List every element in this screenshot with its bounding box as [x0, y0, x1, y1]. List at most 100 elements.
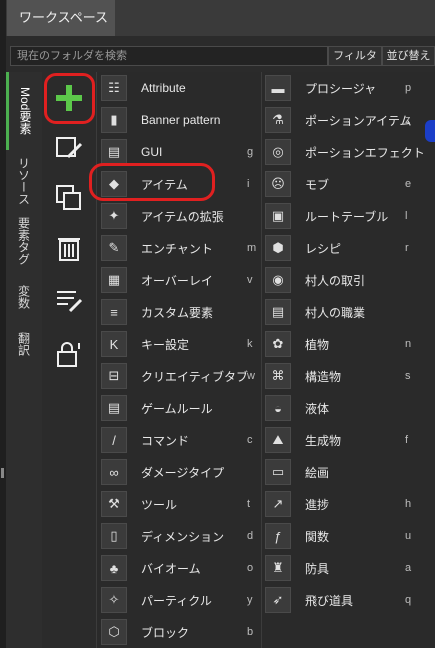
shortcut-key: s [405, 370, 411, 382]
drag-handle-icon [1, 468, 4, 478]
menu-item-mob[interactable]: ☹ モブ e [265, 168, 411, 200]
lock-element-button[interactable] [42, 332, 96, 376]
menu-item-potion-effect[interactable]: ◎ ポーションエフェクト [265, 136, 425, 168]
menu-item-label: ディメンション [141, 529, 225, 544]
menu-item-label: 構造物 [305, 369, 342, 384]
shortcut-key: c [247, 434, 253, 446]
armor-icon: ♜ [265, 555, 291, 581]
menu-item-label: Attribute [141, 81, 186, 95]
sort-button[interactable]: 並び替え [382, 46, 435, 66]
shortcut-key: a [405, 562, 412, 574]
menu-item-block[interactable]: ⬡ ブロック b [101, 616, 253, 648]
menu-item-structure[interactable]: ⌘ 構造物 s [265, 360, 411, 392]
filter-button[interactable]: フィルタ [328, 46, 382, 66]
shortcut-key: k [247, 338, 253, 350]
menu-item-plant[interactable]: ✿ 植物 n [265, 328, 411, 360]
menu-item-fluid[interactable]: ◒ 液体 [265, 392, 329, 424]
dimension-icon: ▯ [101, 523, 127, 549]
menu-item-command[interactable]: / コマンド c [101, 424, 253, 456]
menu-item-label: ルートテーブル [305, 209, 389, 224]
menu-item-function[interactable]: ƒ 関数 u [265, 520, 411, 552]
menu-item-label: キー設定 [141, 337, 190, 352]
menu-item-label: ポーションアイテム [305, 113, 412, 128]
menu-item-attribute[interactable]: ☷ Attribute [101, 72, 186, 104]
menu-item-label: 生成物 [305, 433, 342, 448]
menu-item-loot-table[interactable]: ▣ ルートテーブル l [265, 200, 407, 232]
menu-item-particle[interactable]: ✧ パーティクル y [101, 584, 253, 616]
shortcut-key: y [247, 594, 253, 606]
bulk-edit-button[interactable] [42, 278, 96, 322]
edit-element-button[interactable] [42, 126, 96, 170]
search-input[interactable]: 現在のフォルダを検索 [10, 46, 328, 66]
shortcut-key: u [405, 530, 412, 542]
shortcut-key: g [247, 146, 254, 158]
add-button-highlight [44, 73, 95, 124]
shortcut-key: z [405, 114, 411, 126]
folder-icon: ▬ [265, 75, 291, 101]
duplicate-icon [56, 185, 81, 210]
menu-item-armor[interactable]: ♜ 防具 a [265, 552, 411, 584]
tab-mod-elements[interactable]: Mod要素 [6, 72, 42, 150]
tab-resources[interactable]: リソース [6, 152, 42, 210]
shortcut-key: m [247, 242, 257, 254]
shortcut-key: w [247, 370, 255, 382]
villager-trade-icon: ◉ [265, 267, 291, 293]
menu-item-recipe[interactable]: ⬢ レシピ r [265, 232, 409, 264]
menu-item-label: プロシージャ [305, 81, 377, 96]
menu-item-dimension[interactable]: ▯ ディメンション d [101, 520, 253, 552]
tab-element-tags[interactable]: 要素タグ [6, 212, 42, 270]
menu-item-feature[interactable]: ⛰ 生成物 f [265, 424, 408, 456]
menu-item-creative-tab[interactable]: ⊟ クリエイティブタブ w [101, 360, 255, 392]
tab-workspace[interactable]: ワークスペース [7, 0, 115, 36]
potion-effect-icon: ◎ [265, 139, 291, 165]
menu-item-banner-pattern[interactable]: ▮ Banner pattern [101, 104, 220, 136]
duplicate-element-button[interactable] [42, 176, 96, 220]
menu-item-advancement[interactable]: ↗ 進捗 h [265, 488, 411, 520]
block-icon: ⬡ [101, 619, 127, 645]
item-extension-icon: ✦ [101, 203, 127, 229]
menu-item-villager-profession[interactable]: ▤ 村人の職業 [265, 296, 365, 328]
search-row: 現在のフォルダを検索 フィルタ 並び替え [6, 40, 435, 68]
menu-item-tool[interactable]: ⚒ ツール t [101, 488, 250, 520]
menu-item-label: コマンド [141, 433, 190, 448]
item-highlight [89, 163, 215, 201]
menu-item-gamerule[interactable]: ▤ ゲームルール [101, 392, 213, 424]
menu-item-label: 液体 [305, 401, 330, 416]
painting-icon: ▭ [265, 459, 291, 485]
tab-variables[interactable]: 変数 [6, 272, 42, 322]
menu-item-keybind[interactable]: K キー設定 k [101, 328, 253, 360]
menu-item-label: モブ [305, 177, 330, 192]
command-icon: / [101, 427, 127, 453]
menu-item-label: エンチャント [141, 241, 213, 256]
shortcut-key: o [247, 562, 254, 574]
menu-item-damage-type[interactable]: ∞ ダメージタイプ [101, 456, 224, 488]
menu-item-overlay[interactable]: ▦ オーバーレイ v [101, 264, 253, 296]
menu-item-projectile[interactable]: ➶ 飛び道具 q [265, 584, 411, 616]
structure-icon: ⌘ [265, 363, 291, 389]
custom-element-icon: ≡ [101, 299, 127, 325]
tool-icon: ⚒ [101, 491, 127, 517]
menu-item-painting[interactable]: ▭ 絵画 [265, 456, 329, 488]
menu-item-label: 関数 [305, 529, 330, 544]
menu-item-label: 絵画 [305, 465, 330, 480]
tab-translations[interactable]: 翻訳 [6, 324, 42, 364]
damage-type-icon: ∞ [101, 459, 127, 485]
plant-icon: ✿ [265, 331, 291, 357]
menu-item-procedure[interactable]: ▬ プロシージャ p [265, 72, 411, 104]
edit-icon [56, 137, 83, 159]
menu-item-custom-element[interactable]: ≡ カスタム要素 [101, 296, 213, 328]
shortcut-key: l [405, 210, 408, 222]
menu-item-label: レシピ [305, 241, 342, 256]
column-divider [261, 72, 262, 648]
menu-item-potion-item[interactable]: ⚗ ポーションアイテム z [265, 104, 412, 136]
delete-element-button[interactable] [42, 226, 96, 270]
menu-item-item-extension[interactable]: ✦ アイテムの拡張 [101, 200, 224, 232]
menu-item-villager-trade[interactable]: ◉ 村人の取引 [265, 264, 365, 296]
fluid-icon: ◒ [265, 395, 291, 421]
menu-item-biome[interactable]: ♣ バイオーム o [101, 552, 253, 584]
advancement-icon: ↗ [265, 491, 291, 517]
mob-icon: ☹ [265, 171, 291, 197]
menu-item-enchantment[interactable]: ✎ エンチャント m [101, 232, 256, 264]
shortcut-key: t [247, 498, 251, 510]
menu-item-label: GUI [141, 145, 163, 159]
